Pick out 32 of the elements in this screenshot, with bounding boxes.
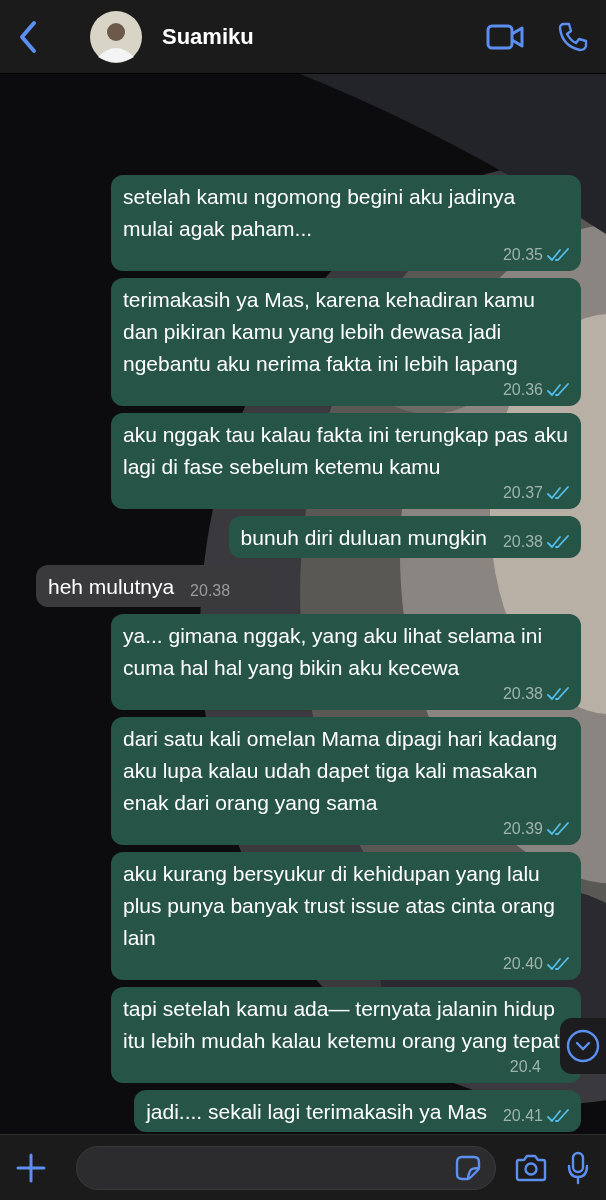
message-time: 20.38 [190,581,231,601]
scroll-down-button[interactable] [560,1018,606,1074]
message-time: 20.38 [502,684,543,704]
message-text: heh mulutnya [48,574,175,600]
chevron-down-icon [566,1029,600,1063]
message-time: 20.41 [502,1106,543,1126]
message-text: dari satu kali omelan Mama dipagi hari kadang aku lupa kalau udah dapet tiga kali masakan enak dari orang yang sama [123,726,559,816]
message-input[interactable] [76,1145,496,1190]
message-text: aku nggak tau kalau fakta ini terungkap pas aku lagi di fase sebelum ketemu kamu [123,422,569,480]
message-time: 20.37 [502,483,543,503]
message-time: 20.35 [502,245,543,265]
back-icon[interactable] [18,19,38,54]
contact-name[interactable]: Suamiku [162,20,254,53]
message-text: terimakasih ya Mas, karena kehadiran kamu dan pikiran kamu yang lebih dewasa jadi ngebantu aku nerima fakta ini lebih lapang [123,287,537,377]
camera-icon[interactable] [514,1153,548,1182]
message-time: 20.40 [502,954,543,974]
message-time: 20.4 [509,1057,541,1077]
message-text: bunuh diri duluan mungkin [240,525,487,551]
message-time: 20.39 [502,819,543,839]
sticker-icon[interactable] [455,1154,481,1181]
message-text: tapi setelah kamu ada— ternyata jalanin hidup itu lebih mudah kalau ketemu orang yang tepat [123,996,561,1054]
message-text: setelah kamu ngomong begini aku jadinya mulai agak paham... [123,184,517,242]
avatar[interactable] [90,10,142,63]
plus-icon[interactable] [16,1152,46,1183]
message-text: ya... gimana nggak, yang aku lihat selama ini cuma hal hal yang bikin aku kecewa [123,623,544,681]
message-text: jadi.... sekali lagi terimakasih ya Mas [146,1099,487,1125]
microphone-icon[interactable] [566,1150,590,1185]
message-time: 20.36 [502,380,543,400]
message-time: 20.38 [502,532,543,552]
phone-icon[interactable] [558,21,588,52]
video-call-icon[interactable] [486,23,524,50]
message-text: aku kurang bersyukur di kehidupan yang lalu plus punya banyak trust issue atas cinta orang lain [123,861,556,951]
